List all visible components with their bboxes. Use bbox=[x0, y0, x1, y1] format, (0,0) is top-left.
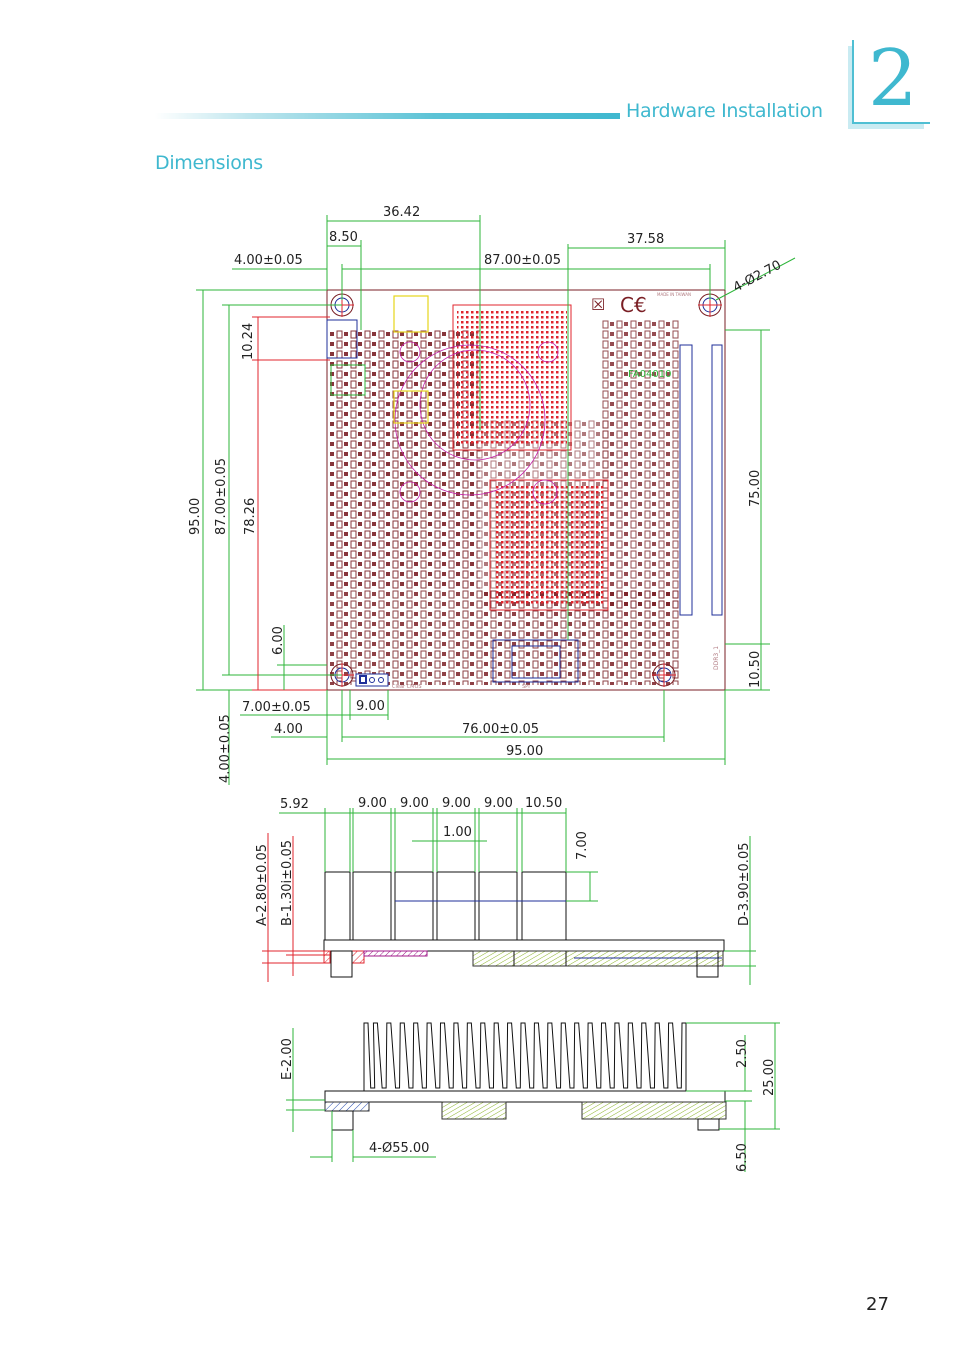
dim-2-50: 2.50 bbox=[686, 1035, 752, 1092]
dim-10-24: 10.24 bbox=[241, 316, 330, 361]
svg-text:7.00: 7.00 bbox=[575, 831, 590, 860]
dimension-drawing: C€ ☒ MADE IN TAIWAN FA04010 Clear CMOS S… bbox=[188, 205, 796, 1172]
svg-text:8.50: 8.50 bbox=[329, 230, 358, 245]
made-in-marking: MADE IN TAIWAN bbox=[657, 292, 691, 297]
component-hatched bbox=[351, 950, 365, 964]
standoff bbox=[331, 1110, 354, 1131]
dim-e-2-00: E-2.00 bbox=[280, 1028, 325, 1132]
heatsink-fins bbox=[363, 1022, 687, 1091]
pcb-hatched bbox=[324, 1101, 370, 1112]
svg-text:36.42: 36.42 bbox=[383, 205, 420, 220]
dim-4-00-left: 4.00±0.05 bbox=[218, 690, 233, 785]
svg-text:9.00: 9.00 bbox=[484, 796, 513, 811]
dim-10-50: 10.50 bbox=[725, 644, 770, 691]
ce-mark: C€ bbox=[620, 293, 647, 317]
svg-text:E-2.00: E-2.00 bbox=[280, 1038, 295, 1080]
page-number: 27 bbox=[866, 1294, 889, 1315]
svg-text:4.00±0.05: 4.00±0.05 bbox=[218, 714, 233, 783]
dim-7-00-side: 7.00 bbox=[566, 831, 598, 902]
dim-75-00: 75.00 bbox=[725, 329, 770, 645]
hole-callout: 4-Ø2.70 bbox=[715, 257, 796, 301]
side-view: 5.92 9.00 9.00 9.00 9.00 10.50 1.00 7.00… bbox=[255, 796, 756, 985]
io-connector bbox=[436, 871, 476, 941]
power-connector bbox=[393, 295, 429, 333]
component-hatched bbox=[323, 950, 331, 964]
weee-mark: ☒ bbox=[591, 295, 605, 314]
dim-a-b: A-2.80±0.05 B-1.30i±0.05 bbox=[255, 833, 330, 982]
component-area-right bbox=[600, 320, 680, 610]
svg-text:4-Ø55.00: 4-Ø55.00 bbox=[369, 1141, 429, 1156]
svg-text:9.00: 9.00 bbox=[400, 796, 429, 811]
svg-text:5.92: 5.92 bbox=[280, 797, 309, 812]
svg-text:9.00: 9.00 bbox=[358, 796, 387, 811]
standoff bbox=[697, 1118, 720, 1131]
dim-widths: 5.92 9.00 9.00 9.00 9.00 10.50 1.00 bbox=[279, 796, 567, 872]
dim-6-50: 6.50 bbox=[725, 1100, 752, 1172]
dim-d-3-90: D-3.90±0.05 bbox=[724, 836, 756, 985]
svg-text:7.00±0.05: 7.00±0.05 bbox=[242, 700, 311, 715]
dim-87-00-top: 87.00±0.05 bbox=[342, 253, 711, 300]
svg-text:75.00: 75.00 bbox=[748, 470, 763, 507]
svg-text:78.26: 78.26 bbox=[243, 498, 258, 535]
svg-text:4.00: 4.00 bbox=[274, 722, 303, 737]
svg-text:10.24: 10.24 bbox=[241, 323, 256, 360]
heatsink-view: E-2.00 4-Ø55.00 2.50 25.00 6.50 bbox=[280, 1022, 780, 1172]
component-hatched bbox=[441, 1101, 507, 1120]
svg-text:37.58: 37.58 bbox=[627, 232, 664, 247]
component-hatched bbox=[581, 1101, 727, 1120]
svg-text:76.00±0.05: 76.00±0.05 bbox=[462, 722, 539, 737]
svg-text:1.00: 1.00 bbox=[443, 825, 472, 840]
heatsink-base bbox=[324, 1090, 726, 1103]
dim-6-00: 6.00 bbox=[271, 625, 327, 690]
component-hatched bbox=[363, 950, 428, 957]
chip-marking: FA04010 bbox=[628, 369, 672, 380]
svg-text:D-3.90±0.05: D-3.90±0.05 bbox=[737, 843, 752, 926]
svg-text:A-2.80±0.05: A-2.80±0.05 bbox=[255, 844, 270, 926]
pcb-side bbox=[323, 939, 725, 952]
dim-8-50: 8.50 bbox=[327, 230, 362, 330]
svg-text:B-1.30i±0.05: B-1.30i±0.05 bbox=[280, 840, 295, 926]
dim-76-00: 76.00±0.05 bbox=[342, 690, 665, 742]
svg-text:2.50: 2.50 bbox=[735, 1039, 750, 1068]
clear-cmos-marking: Clear CMOS bbox=[392, 684, 422, 690]
top-view: C€ ☒ MADE IN TAIWAN FA04010 Clear CMOS S… bbox=[188, 205, 796, 785]
svg-text:9.00: 9.00 bbox=[356, 699, 385, 714]
svg-text:87.00±0.05: 87.00±0.05 bbox=[214, 458, 229, 535]
io-connector bbox=[394, 871, 434, 941]
svg-text:6.00: 6.00 bbox=[271, 626, 286, 655]
svg-text:10.50: 10.50 bbox=[525, 796, 562, 811]
svg-text:87.00±0.05: 87.00±0.05 bbox=[484, 253, 561, 268]
spi-marking: SPI bbox=[522, 684, 530, 690]
dim-4-55-00: 4-Ø55.00 bbox=[310, 1111, 436, 1162]
svg-text:95.00: 95.00 bbox=[506, 744, 543, 759]
io-connector bbox=[478, 871, 518, 941]
cpu-bga-balls bbox=[457, 310, 567, 445]
svg-text:4-Ø2.70: 4-Ø2.70 bbox=[731, 258, 784, 296]
sodimm-slot bbox=[711, 344, 723, 616]
svg-text:9.00: 9.00 bbox=[442, 796, 471, 811]
svg-text:4.00±0.05: 4.00±0.05 bbox=[234, 253, 303, 268]
sodimm-slot bbox=[679, 344, 693, 616]
dim-4-00-top: 4.00±0.05 bbox=[232, 253, 343, 300]
io-connector bbox=[521, 871, 567, 941]
svg-text:25.00: 25.00 bbox=[762, 1059, 777, 1096]
svg-text:95.00: 95.00 bbox=[188, 498, 203, 535]
standoff bbox=[330, 950, 353, 978]
io-connector bbox=[324, 871, 351, 941]
io-connector bbox=[352, 871, 392, 941]
svg-text:6.50: 6.50 bbox=[735, 1143, 750, 1172]
ddr3-marking: DDR3_1 bbox=[713, 646, 720, 670]
svg-text:10.50: 10.50 bbox=[748, 651, 763, 688]
